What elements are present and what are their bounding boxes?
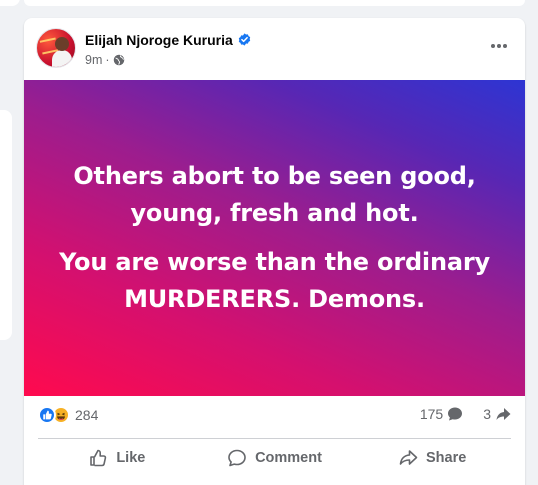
like-thumb-icon xyxy=(90,449,107,467)
adjacent-card xyxy=(0,110,12,340)
adjacent-card xyxy=(0,0,20,6)
post-meta: 9m · xyxy=(85,53,125,67)
more-options-button[interactable] xyxy=(487,36,511,56)
author-avatar[interactable] xyxy=(36,28,76,68)
engagement-counts: 175 3 xyxy=(420,406,511,422)
post-card: Elijah Njoroge Kururia 9m · Others abort… xyxy=(24,18,525,485)
avatar-face xyxy=(55,37,69,51)
share-button[interactable]: Share xyxy=(353,439,511,477)
share-count-icon xyxy=(496,408,511,420)
like-button[interactable]: Like xyxy=(38,439,196,477)
more-options-icon xyxy=(491,44,507,48)
reactions-summary[interactable]: 284 xyxy=(38,406,98,424)
reaction-count: 284 xyxy=(75,407,99,423)
post-header: Elijah Njoroge Kururia 9m · xyxy=(24,18,525,80)
previous-post-edge xyxy=(24,0,525,6)
author-name[interactable]: Elijah Njoroge Kururia xyxy=(85,32,233,48)
comment-label: Comment xyxy=(255,450,322,466)
post-text-line: Others abort to be seen good, young, fre… xyxy=(73,162,476,227)
post-text-background: Others abort to be seen good, young, fre… xyxy=(24,80,525,396)
post-time[interactable]: 9m xyxy=(85,53,102,67)
globe-icon xyxy=(113,54,124,66)
comment-count[interactable]: 175 xyxy=(420,406,443,422)
like-label: Like xyxy=(116,450,146,466)
share-count[interactable]: 3 xyxy=(483,406,491,422)
share-icon xyxy=(399,450,418,465)
post-stats: 284 175 3 xyxy=(24,396,525,438)
post-text-line: You are worse than the ordinary MURDERER… xyxy=(59,248,490,313)
share-label: Share xyxy=(426,450,467,466)
avatar-figure xyxy=(52,50,72,67)
verified-badge-icon xyxy=(238,33,251,46)
post-actions: Like Comment Share xyxy=(38,439,511,477)
comment-button[interactable]: Comment xyxy=(196,439,354,477)
like-reaction-icon xyxy=(38,406,56,424)
comment-icon xyxy=(228,449,246,467)
comment-count-icon xyxy=(448,407,463,421)
meta-separator: · xyxy=(105,53,110,67)
